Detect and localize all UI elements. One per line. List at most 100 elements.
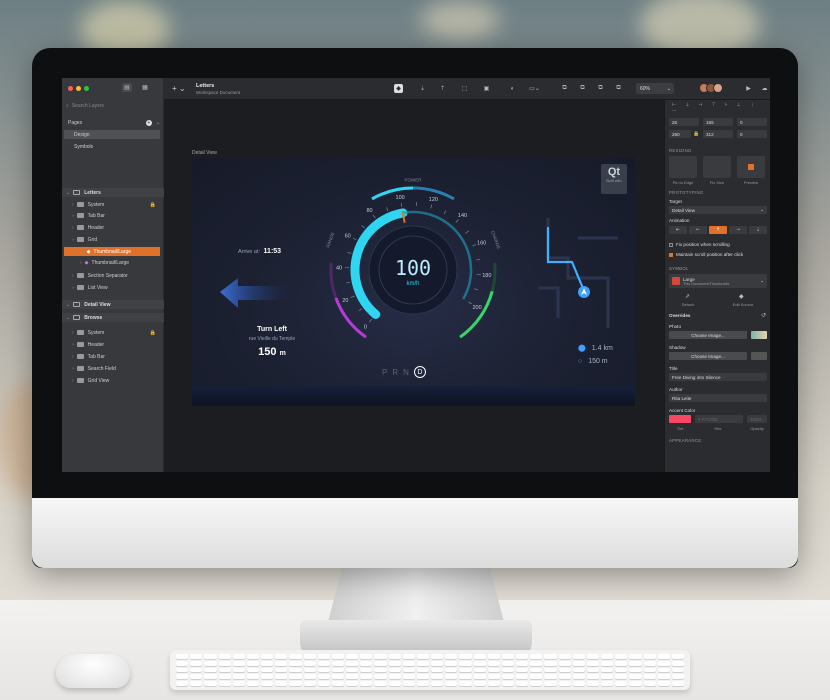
keyboard-key: [487, 654, 500, 659]
checkbox-box: [669, 242, 673, 247]
layer-item[interactable]: › Section Separator: [62, 271, 164, 280]
add-page-icon[interactable]: +: [145, 119, 152, 126]
minimize-window-button[interactable]: [76, 86, 81, 91]
pin-to-edge-control[interactable]: [669, 156, 697, 178]
backward-icon[interactable]: ⇡: [438, 84, 447, 93]
shadow-choose-image-button[interactable]: Choose Image...: [669, 352, 747, 360]
layer-group-header[interactable]: ⌄ Browse: [62, 313, 164, 322]
layer-group-header[interactable]: ⌄ Detail View: [62, 300, 164, 309]
layer-item[interactable]: › Grid View: [62, 376, 164, 385]
page-symbols[interactable]: Symbols: [62, 142, 164, 151]
symbol-select[interactable]: Large This Document/Thumbnails ⌄: [669, 274, 767, 288]
x-field[interactable]: 26: [669, 118, 699, 126]
zoom-select[interactable]: 60% ⌄: [636, 83, 674, 94]
play-icon[interactable]: ▶: [744, 84, 753, 93]
layer-item[interactable]: › System 🔒: [62, 328, 164, 337]
reset-overrides-icon[interactable]: ↺: [761, 312, 766, 319]
detach-button[interactable]: Detach: [675, 302, 701, 307]
page-design[interactable]: Design: [64, 130, 160, 139]
accent-hex-field[interactable]: # F74763: [695, 415, 743, 423]
close-window-button[interactable]: [68, 86, 73, 91]
layout-icon[interactable]: ▭⌄: [529, 84, 540, 93]
fix-scrolling-checkbox[interactable]: Fix position when scrolling: [669, 242, 730, 247]
chevron-right-icon[interactable]: ›: [72, 378, 74, 384]
title-override-field[interactable]: Free Diving into Silence: [669, 373, 767, 381]
cloud-icon[interactable]: ☁: [760, 84, 769, 93]
lock-icon[interactable]: 🔒: [150, 202, 156, 208]
layer-item[interactable]: › Tab Bar: [62, 352, 164, 361]
chevron-right-icon[interactable]: ›: [72, 342, 74, 348]
anim-slide-right-icon[interactable]: ⇢: [729, 226, 747, 234]
chevron-right-icon[interactable]: ›: [72, 213, 74, 219]
forward-icon[interactable]: ⇣: [418, 84, 427, 93]
artboard-label[interactable]: Detail View: [192, 150, 217, 156]
photo-choose-image-button[interactable]: Choose Image...: [669, 331, 747, 339]
width-field[interactable]: 260: [669, 130, 691, 138]
layer-item[interactable]: › System 🔒: [62, 200, 164, 209]
accent-color-swatch[interactable]: [669, 415, 691, 423]
layer-item[interactable]: › Header: [62, 223, 164, 232]
layer-item[interactable]: › Tab Bar: [62, 211, 164, 220]
target-select[interactable]: Detail View ⌄: [669, 206, 767, 214]
nav-distance-1: ⬤ 1.4 km: [578, 344, 613, 352]
chevron-down-icon[interactable]: ⌄: [66, 190, 70, 196]
chevron-right-icon[interactable]: ›: [72, 366, 74, 372]
rotation-field[interactable]: 0: [737, 118, 767, 126]
layer-item[interactable]: › ◆ Thumbnail/Large: [64, 247, 160, 256]
maintain-scroll-checkbox[interactable]: Maintain scroll position after click: [669, 252, 743, 257]
chevron-down-icon[interactable]: ⌄: [66, 302, 70, 308]
fix-size-control[interactable]: [703, 156, 731, 178]
frame-icon[interactable]: ⬚: [460, 84, 469, 93]
intersect-icon[interactable]: ⧉: [596, 84, 605, 93]
chevron-down-icon[interactable]: ⌄: [66, 315, 70, 321]
artboard-detail-view[interactable]: Qt Built with Arrive at: 11:53 Turn Left…: [192, 158, 635, 406]
lock-icon[interactable]: 🔒: [150, 330, 156, 336]
layer-item[interactable]: › Header: [62, 340, 164, 349]
align-toolbar[interactable]: ⊢ ⊥ ⊣ ⊤ ⊦ ⊥ ⋮ ⋯: [669, 102, 767, 113]
edit-source-icon[interactable]: ◆: [739, 293, 744, 300]
union-icon[interactable]: ⧉: [560, 84, 569, 93]
chevron-right-icon[interactable]: ›: [72, 237, 74, 243]
layer-item[interactable]: › Search Field: [62, 364, 164, 373]
canvas[interactable]: Detail View Qt Built with Arrive at: 11:…: [164, 100, 664, 472]
chevron-right-icon[interactable]: ›: [72, 285, 74, 291]
keyboard-key: [374, 681, 387, 686]
chevron-down-icon[interactable]: ⌄: [156, 120, 160, 126]
collaborators[interactable]: [699, 83, 723, 93]
subtract-icon[interactable]: ⧉: [578, 84, 587, 93]
layer-item[interactable]: › ◆ Thumbnail/Large: [62, 258, 164, 267]
search-layers[interactable]: ⌕ Search Layers: [66, 102, 160, 110]
author-override-field[interactable]: Rita Leite: [669, 394, 767, 402]
components-view-icon[interactable]: ▦: [140, 83, 150, 92]
y-field[interactable]: 165: [703, 118, 733, 126]
style-icon[interactable]: ◐: [508, 84, 517, 93]
keyboard-key: [360, 667, 373, 673]
accent-opacity-field[interactable]: 100%: [747, 415, 767, 423]
insert-icon[interactable]: + ⌄: [172, 84, 186, 93]
chevron-right-icon[interactable]: ›: [72, 354, 74, 360]
chevron-right-icon[interactable]: ›: [82, 249, 84, 255]
height-field[interactable]: 312: [703, 130, 733, 138]
chevron-right-icon[interactable]: ›: [72, 330, 74, 336]
symbol-icon[interactable]: ◆: [394, 84, 403, 93]
lock-ratio-icon[interactable]: 🔒: [693, 131, 699, 137]
detach-icon[interactable]: ⇗: [685, 293, 690, 300]
chevron-right-icon[interactable]: ›: [72, 202, 74, 208]
layer-group-header[interactable]: ⌄ Letters: [62, 188, 164, 197]
layer-item[interactable]: › List View: [62, 283, 164, 292]
mask-icon[interactable]: ▣: [482, 84, 491, 93]
anim-slide-left-icon[interactable]: ⇠: [689, 226, 707, 234]
chevron-right-icon[interactable]: ›: [72, 225, 74, 231]
anim-slide-up-icon[interactable]: ⇡: [709, 226, 727, 234]
layers-view-icon[interactable]: ▤: [122, 83, 132, 92]
chevron-right-icon[interactable]: ›: [80, 260, 82, 266]
anim-none-icon[interactable]: ⇤: [669, 226, 687, 234]
keyboard-key: [218, 681, 231, 686]
corner-field[interactable]: 0: [737, 130, 767, 138]
zoom-window-button[interactable]: [84, 86, 89, 91]
chevron-right-icon[interactable]: ›: [72, 273, 74, 279]
difference-icon[interactable]: ⧉: [614, 84, 623, 93]
anim-slide-down-icon[interactable]: ⇣: [749, 226, 767, 234]
edit-source-button[interactable]: Edit Source: [727, 302, 759, 307]
layer-item[interactable]: › Grid: [62, 235, 164, 244]
